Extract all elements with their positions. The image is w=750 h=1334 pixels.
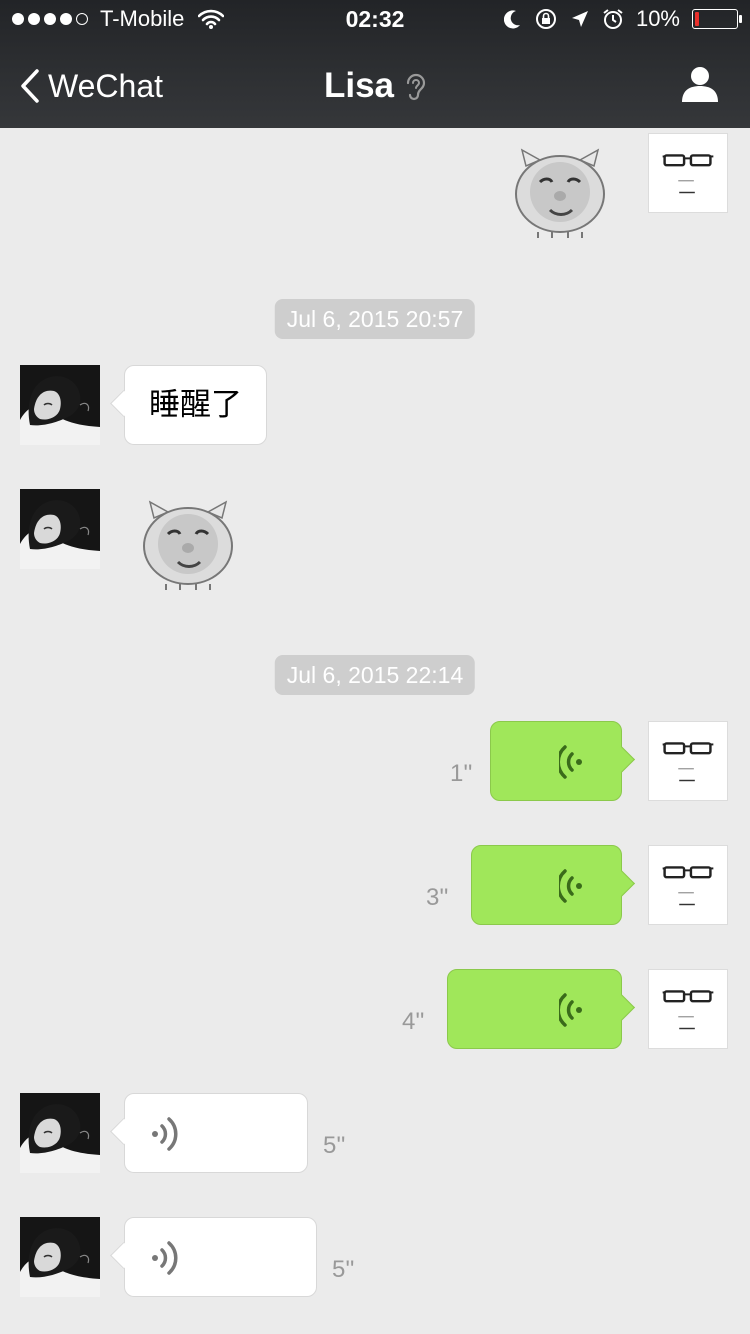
incoming-voice-bubble[interactable] (124, 1093, 308, 1173)
timestamp: Jul 6, 2015 22:14 (274, 655, 476, 695)
contact-avatar[interactable] (20, 365, 100, 445)
my-avatar[interactable] (648, 721, 728, 801)
battery-level-fill (695, 12, 699, 26)
location-arrow-icon (571, 11, 588, 27)
status-bar: T-Mobile 02:32 10% (0, 0, 750, 40)
sticker-outgoing[interactable] (512, 144, 608, 240)
moon-icon (503, 10, 520, 29)
sticker-incoming[interactable] (140, 496, 236, 592)
outgoing-voice-bubble[interactable] (447, 969, 622, 1049)
voice-wave-icon (145, 1114, 179, 1154)
battery-percent: 10% (635, 6, 680, 31)
voice-wave-icon (559, 866, 593, 906)
chevron-left-icon (21, 69, 39, 103)
voice-duration: 3'' (426, 884, 449, 911)
contact-profile-button[interactable] (680, 64, 720, 104)
contact-avatar[interactable] (20, 1093, 100, 1173)
earpiece-mode-icon (406, 73, 426, 101)
my-avatar[interactable] (648, 133, 728, 213)
back-button[interactable]: WeChat (20, 64, 163, 108)
voice-duration: 4'' (402, 1008, 425, 1035)
back-label: WeChat (48, 67, 164, 104)
incoming-voice-bubble[interactable] (124, 1217, 317, 1297)
outgoing-voice-bubble[interactable] (490, 721, 622, 801)
voice-wave-icon (145, 1238, 179, 1278)
my-avatar[interactable] (648, 969, 728, 1049)
contact-avatar[interactable] (20, 1217, 100, 1297)
chat-area[interactable]: Jul 6, 2015 20:57 睡醒了 Jul 6, 2015 22:14 … (0, 128, 750, 1334)
voice-duration: 5'' (332, 1256, 355, 1283)
battery-icon (692, 9, 742, 29)
page-title: Lisa (323, 66, 395, 105)
my-avatar[interactable] (648, 845, 728, 925)
message-text: 睡醒了 (149, 387, 242, 422)
nav-header: T-Mobile 02:32 10% WeChat Lisa (0, 0, 750, 128)
timestamp: Jul 6, 2015 20:57 (274, 299, 476, 339)
voice-wave-icon (559, 990, 593, 1030)
outgoing-voice-bubble[interactable] (471, 845, 622, 925)
voice-duration: 5'' (323, 1132, 346, 1159)
voice-wave-icon (559, 742, 593, 782)
rotation-lock-icon (535, 9, 556, 29)
voice-duration: 1'' (450, 760, 473, 787)
status-right: 10% (503, 6, 742, 32)
alarm-icon (603, 9, 623, 29)
contact-avatar[interactable] (20, 489, 100, 569)
incoming-text-bubble[interactable]: 睡醒了 (124, 365, 267, 445)
